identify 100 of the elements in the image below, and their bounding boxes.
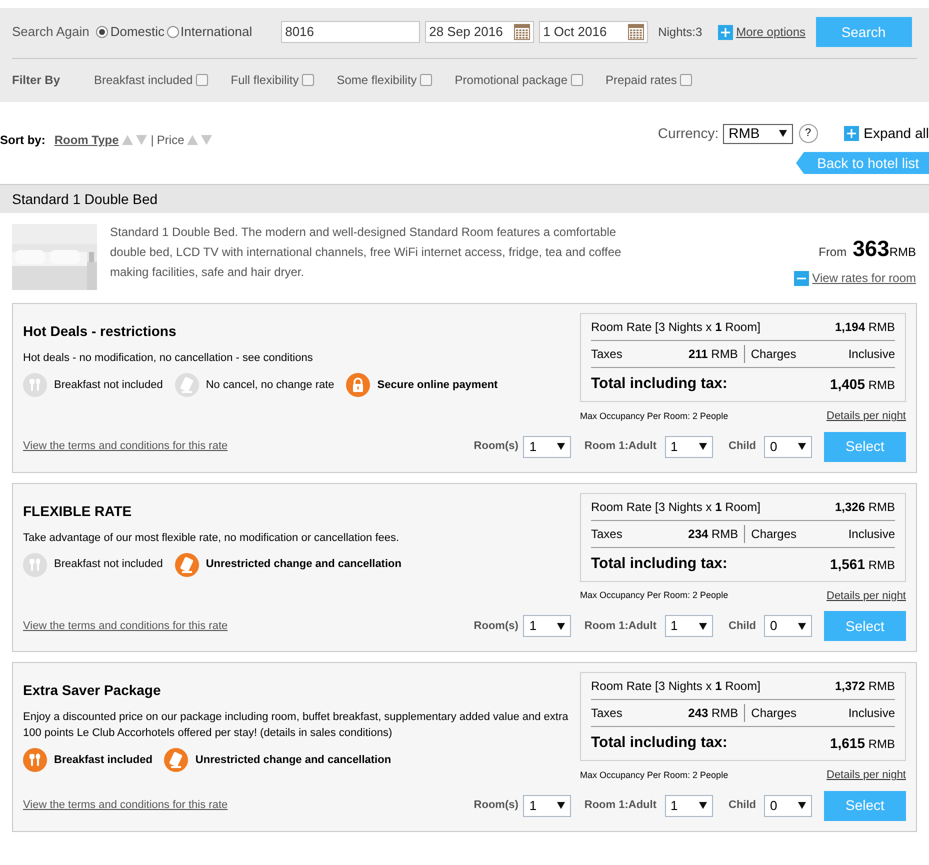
sort-option[interactable]: Room Type — [54, 131, 119, 149]
scope-radio[interactable]: Domestic — [96, 22, 165, 42]
separator-text: | — [150, 132, 154, 149]
rate-description: Hot deals - no modification, no cancellation - see conditions — [23, 351, 314, 366]
more-options-link[interactable]: More options — [736, 23, 806, 41]
rate-title: Hot Deals - restrictions — [23, 322, 178, 341]
children-select[interactable]: 0 — [764, 436, 812, 458]
price-currency: RMB — [889, 244, 916, 261]
caret-icon — [557, 443, 566, 450]
charges-label: Charges — [750, 346, 798, 363]
caret-icon — [798, 443, 806, 450]
caret-icon — [778, 130, 787, 137]
filter-checkbox[interactable]: Promotional package — [454, 71, 583, 89]
room-rate-label: Room Rate [3 Nights x 1 Room] — [591, 498, 760, 516]
rooms-label: Room(s) — [474, 798, 518, 814]
rooms-select[interactable]: 1 — [523, 794, 572, 816]
room-rate-value: 1,194 RMB — [834, 319, 895, 336]
charges-value: Inclusive — [848, 346, 896, 363]
sort-arrows-icon[interactable] — [122, 135, 148, 145]
help-icon[interactable]: ? — [798, 124, 818, 143]
taxes-value: 243 RMB — [688, 704, 746, 722]
caret-icon — [798, 622, 806, 630]
adults-select[interactable]: 1 — [664, 794, 712, 816]
filter-checkbox[interactable]: Full flexibility — [230, 71, 314, 89]
total-value: 1,405 RMB — [830, 375, 895, 394]
adult-label: Room 1:Adult — [584, 618, 656, 634]
total-label: Total including tax: — [591, 374, 728, 394]
view-rates-link[interactable]: View rates for room — [812, 269, 916, 287]
nights-text: Nights:3 — [658, 24, 702, 41]
currency-select[interactable]: RMB — [722, 124, 793, 144]
caret-icon — [698, 443, 706, 450]
taxes-value: 211 RMB — [688, 345, 745, 363]
check-in-field[interactable]: 28 Sep 2016 — [425, 21, 534, 43]
taxes-label: Taxes — [591, 705, 624, 722]
child-label: Child — [728, 439, 756, 454]
rate-title: Extra Saver Package — [23, 681, 162, 700]
feature-label: Breakfast not included — [54, 378, 163, 393]
adult-label: Room 1:Adult — [584, 798, 656, 814]
phone-icon — [174, 552, 199, 576]
caret-icon — [557, 622, 566, 630]
feature-label: Breakfast not included — [54, 557, 163, 572]
rooms-label: Room(s) — [474, 439, 518, 454]
sort-label: Sort by: — [0, 132, 46, 149]
tab-arrow-icon — [796, 152, 804, 174]
filter-checkbox[interactable]: Prepaid rates — [606, 71, 692, 89]
details-per-night-link[interactable]: Details per night — [826, 767, 906, 784]
total-label: Total including tax: — [591, 554, 728, 574]
rooms-select[interactable]: 1 — [523, 615, 572, 637]
taxes-value: 234 RMB — [688, 524, 746, 542]
room-rate-label: Room Rate [3 Nights x 1 Room] — [591, 319, 760, 336]
child-label: Child — [728, 618, 756, 634]
expand-all-link[interactable]: Expand all — [864, 123, 929, 144]
details-per-night-link[interactable]: Details per night — [826, 588, 906, 604]
terms-link[interactable]: View the terms and conditions for this rate — [23, 438, 474, 455]
filter-checkbox[interactable]: Some flexibility — [336, 71, 432, 89]
feature-label: Unrestricted change and cancellation — [195, 752, 392, 768]
charges-label: Charges — [750, 526, 798, 542]
filter-checkbox[interactable]: Breakfast included — [94, 71, 208, 89]
fork-spoon-icon — [23, 748, 47, 772]
rate-description: Enjoy a discounted price on our package including room, buffet breakfast, supplementary added value and extra 100 points Le Club Accorhotels offered per stay! (details in sales conditions) — [23, 710, 570, 741]
rate-title: FLEXIBLE RATE — [23, 502, 133, 520]
occupancy-text: Max Occupancy Per Room: 2 People — [580, 768, 728, 782]
total-value: 1,561 RMB — [830, 554, 895, 574]
sort-option[interactable]: Price — [156, 131, 184, 149]
room-rate-label: Room Rate [3 Nights x 1 Room] — [591, 678, 760, 695]
children-select[interactable]: 0 — [764, 615, 812, 637]
calendar-icon[interactable] — [628, 24, 644, 40]
caret-icon — [798, 802, 806, 809]
occupancy-text: Max Occupancy Per Room: 2 People — [580, 589, 728, 602]
rooms-select[interactable]: 1 — [523, 436, 572, 458]
feature-label: Breakfast included — [54, 752, 152, 768]
minus-icon[interactable] — [794, 270, 810, 286]
adults-select[interactable]: 1 — [664, 436, 712, 458]
fork-spoon-icon — [23, 552, 47, 576]
phone-icon — [164, 748, 188, 772]
occupancy-text: Max Occupancy Per Room: 2 People — [580, 410, 728, 423]
fork-spoon-icon — [23, 373, 47, 397]
room-description: Standard 1 Double Bed. The modern and well-designed Standard Room features a comfortable double bed, LCD TV with international channels, free WiFi internet access, fridge, tea and coffee making facilities, safe and hair dryer. — [110, 224, 622, 281]
adults-select[interactable]: 1 — [664, 615, 712, 637]
plus-icon[interactable] — [844, 126, 859, 141]
currency-label: Currency: — [658, 124, 719, 143]
charges-value: Inclusive — [848, 526, 895, 542]
caret-icon — [557, 802, 566, 809]
phone-icon — [174, 373, 199, 397]
rate-description: Take advantage of our most flexible rate, no modification or cancellation fees. — [23, 530, 400, 546]
calendar-icon[interactable] — [514, 24, 530, 40]
check-out-field[interactable]: 1 Oct 2016 — [539, 21, 648, 43]
room-rate-value: 1,372 RMB — [834, 678, 895, 695]
terms-link[interactable]: View the terms and conditions for this rate — [23, 618, 474, 634]
destination-field[interactable]: 8016 — [281, 21, 420, 43]
room-price: 363 — [852, 235, 890, 263]
details-per-night-link[interactable]: Details per night — [826, 408, 906, 424]
plus-icon[interactable] — [718, 24, 734, 40]
total-label: Total including tax: — [591, 733, 728, 754]
terms-link[interactable]: View the terms and conditions for this rate — [23, 797, 474, 814]
total-value: 1,615 RMB — [830, 734, 895, 753]
children-select[interactable]: 0 — [764, 794, 812, 816]
feature-label: Unrestricted change and cancellation — [206, 557, 402, 572]
scope-radio[interactable]: International — [166, 22, 252, 42]
sort-arrows-icon[interactable] — [187, 135, 214, 145]
